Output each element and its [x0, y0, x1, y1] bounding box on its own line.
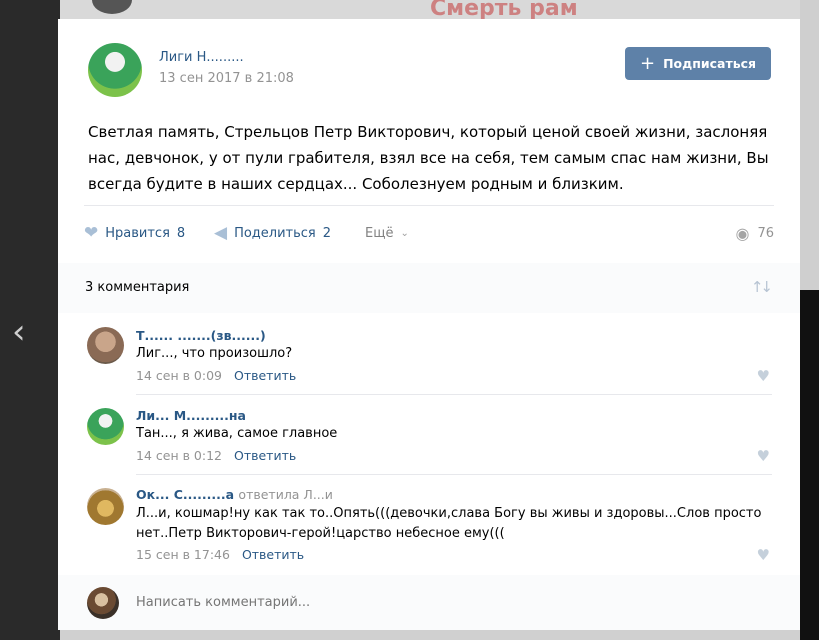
like-count: 8 — [176, 225, 186, 241]
share-button[interactable]: ◀ Поделиться 2 — [214, 221, 331, 245]
heart-icon[interactable]: ♥ — [757, 546, 770, 564]
post-text: Светлая память, Стрельцов Петр Викторови… — [88, 123, 769, 193]
reply-link[interactable]: Ответить — [234, 448, 296, 463]
comment-meta: 14 сен в 0:09 Ответить — [136, 368, 296, 383]
commenter-avatar[interactable] — [87, 408, 124, 445]
views-count: 76 — [757, 225, 774, 241]
post-header: Лиги Н......... 13 сен 2017 в 21:08 + По… — [58, 19, 800, 109]
divider — [84, 205, 774, 206]
heart-icon: ❤ — [84, 223, 99, 243]
background-right-panel — [800, 0, 819, 290]
comment-item: Ок... С.........а ответила Л...и Л...и, … — [58, 475, 800, 575]
comment-date[interactable]: 15 сен в 17:46 — [136, 547, 230, 562]
plus-icon: + — [639, 52, 656, 74]
subscribe-button[interactable]: + Подписаться — [625, 47, 771, 80]
like-label: Нравится — [105, 225, 170, 241]
comment-input[interactable] — [136, 591, 756, 613]
views: ◉ 76 — [735, 221, 774, 245]
eye-icon: ◉ — [735, 223, 750, 243]
commenter-name-text: Ок... С.........а — [136, 487, 235, 502]
comment-text: Л...и, кошмар!ну как так то..Опять(((дев… — [136, 506, 762, 541]
current-user-avatar — [87, 587, 119, 619]
post-date[interactable]: 13 сен 2017 в 21:08 — [159, 71, 294, 86]
background-right-dark — [800, 290, 819, 640]
commenter-name[interactable]: Ок... С.........а ответила Л...и — [136, 487, 333, 502]
comment-meta: 14 сен в 0:12 Ответить — [136, 448, 296, 463]
more-label: Ещё — [365, 225, 394, 241]
megaphone-icon: ◀ — [214, 223, 228, 243]
comment-date[interactable]: 14 сен в 0:09 — [136, 368, 222, 383]
heart-icon[interactable]: ♥ — [757, 447, 770, 465]
like-button[interactable]: ❤ Нравится 8 — [84, 221, 185, 245]
more-button[interactable]: Ещё ⌄ — [365, 221, 409, 245]
comment-meta: 15 сен в 17:46 Ответить — [136, 547, 304, 562]
comment-date[interactable]: 14 сен в 0:12 — [136, 448, 222, 463]
reply-link[interactable]: Ответить — [234, 368, 296, 383]
comments-count: 3 комментария — [85, 280, 190, 295]
subscribe-label: Подписаться — [663, 56, 757, 71]
comment-item: Ли... М.........на Тан..., я жива, самое… — [58, 395, 800, 475]
share-label: Поделиться — [234, 225, 316, 241]
commenter-avatar[interactable] — [87, 327, 124, 364]
comments-header: 3 комментария ↑↓ — [58, 263, 800, 313]
previous-post-arrow[interactable]: ‹ — [12, 312, 42, 352]
heart-icon[interactable]: ♥ — [757, 367, 770, 385]
reply-to: ответила Л...и — [238, 487, 333, 502]
comment-item: Т...... .......(зв......) Лиг..., что пр… — [58, 315, 800, 395]
comment-text: Лиг..., что произошло? — [136, 346, 293, 361]
chevron-down-icon: ⌄ — [400, 227, 409, 239]
post-modal: Лиги Н......... 13 сен 2017 в 21:08 + По… — [58, 19, 800, 630]
author-avatar[interactable] — [88, 43, 142, 97]
post-author[interactable]: Лиги Н......... — [159, 50, 244, 65]
reply-link[interactable]: Ответить — [242, 547, 304, 562]
commenter-avatar[interactable] — [87, 488, 124, 525]
write-comment-bar — [58, 575, 800, 630]
share-count: 2 — [322, 225, 332, 241]
post-actions: ❤ Нравится 8 ◀ Поделиться 2 Ещё ⌄ ◉ 76 — [84, 221, 774, 245]
commenter-name[interactable]: Т...... .......(зв......) — [136, 328, 266, 343]
sort-arrows-icon[interactable]: ↑↓ — [751, 278, 773, 296]
comment-text: Тан..., я жива, самое главное — [136, 426, 338, 441]
commenter-name[interactable]: Ли... М.........на — [136, 408, 246, 423]
